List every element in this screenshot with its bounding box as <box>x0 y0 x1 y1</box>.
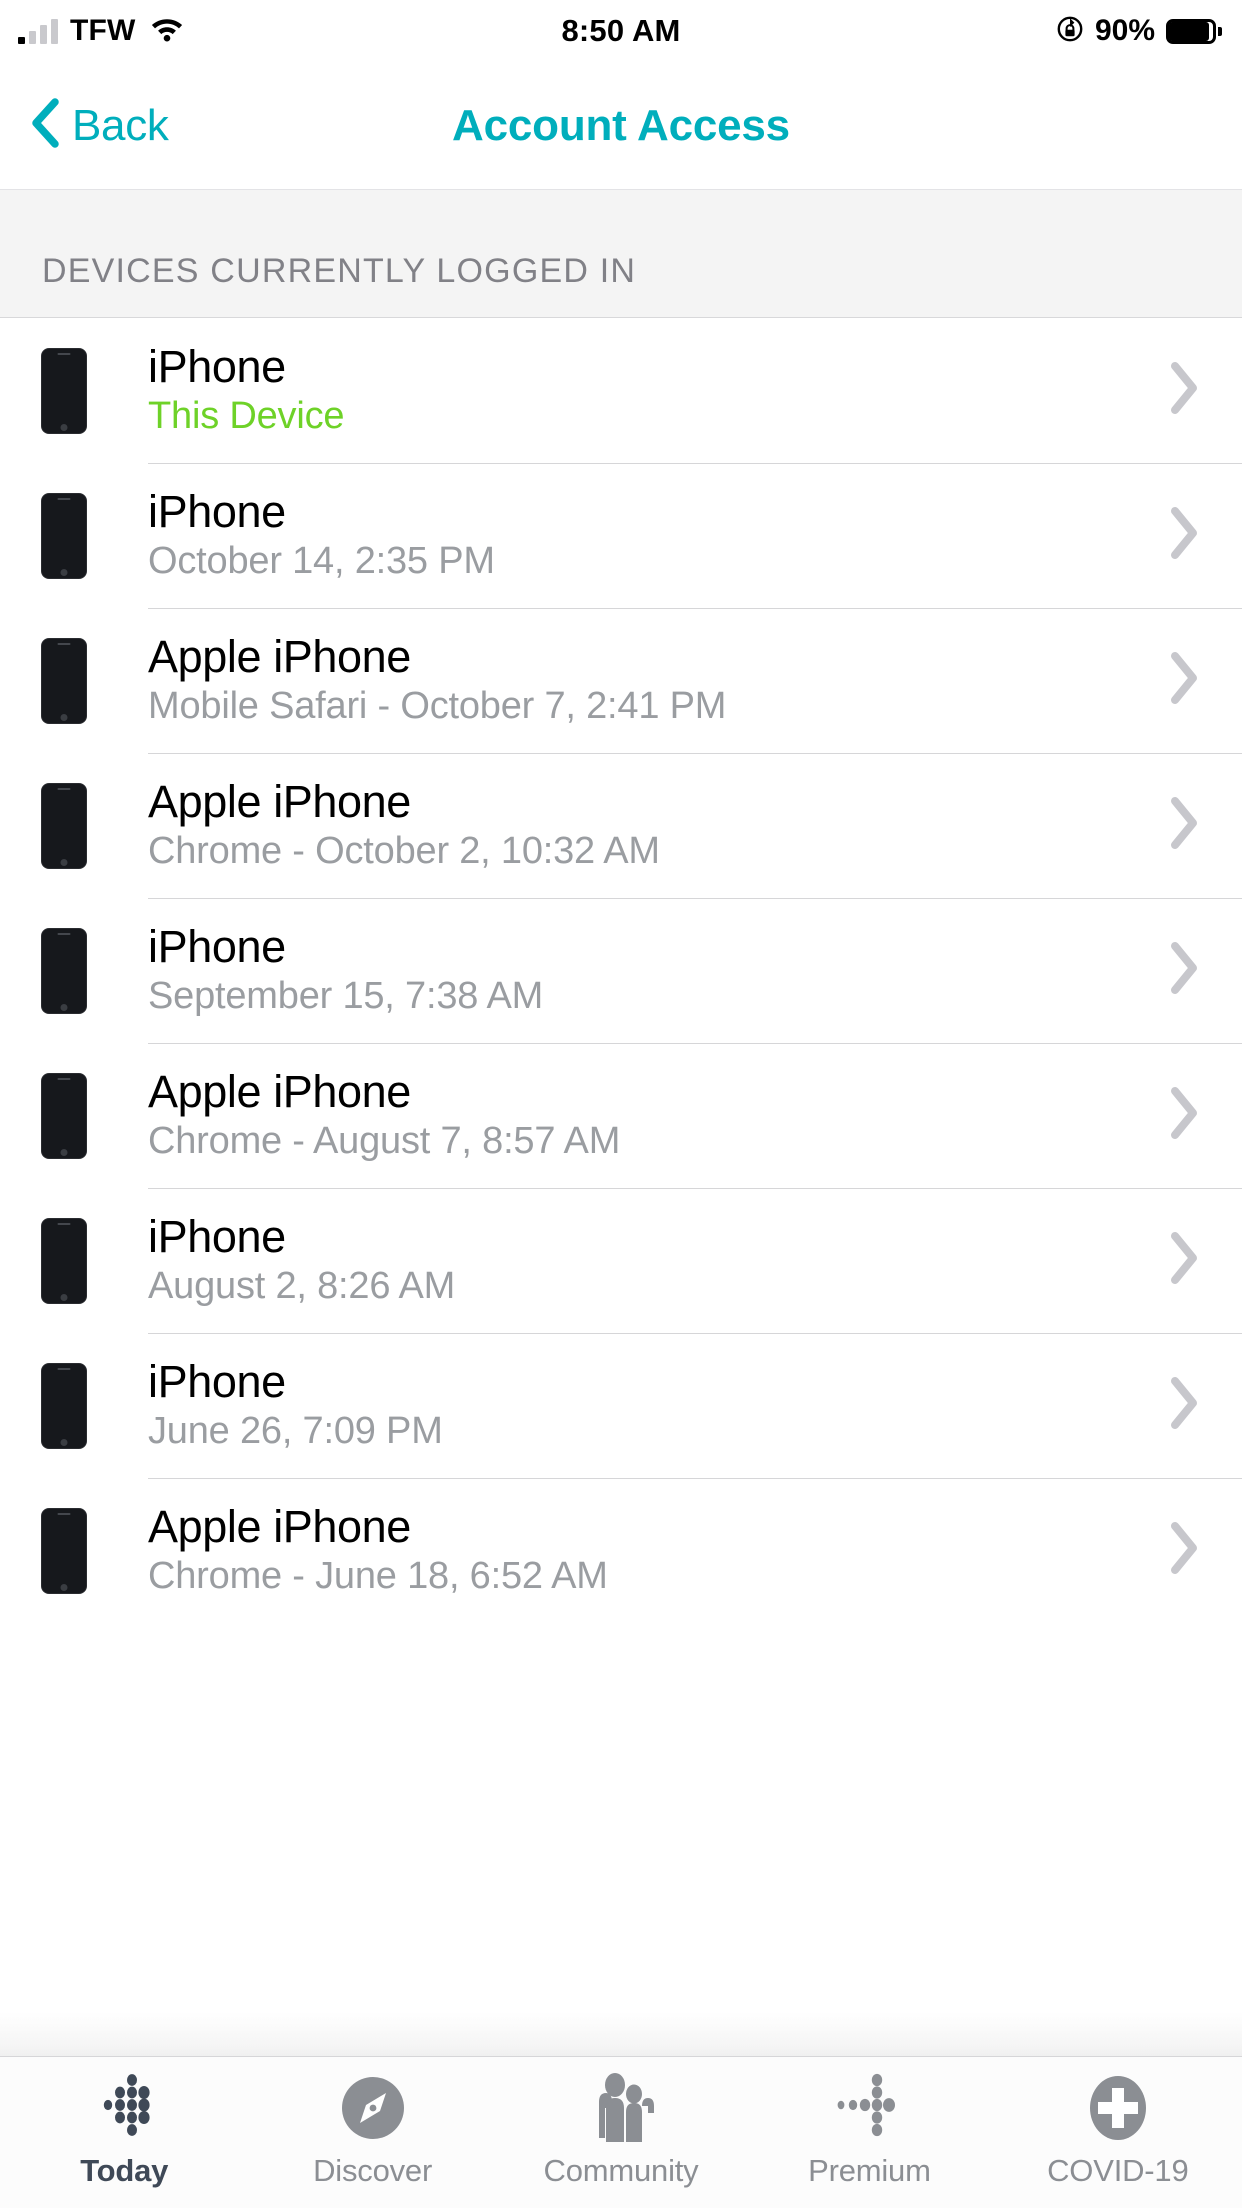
iphone-device-icon <box>42 784 86 868</box>
device-detail: Chrome - October 2, 10:32 AM <box>148 831 1150 873</box>
wifi-icon <box>150 16 184 47</box>
premium-dots-icon <box>833 2071 905 2145</box>
device-detail: Mobile Safari - October 7, 2:41 PM <box>148 686 1150 728</box>
section-header-label: DEVICES CURRENTLY LOGGED IN <box>42 252 636 291</box>
battery-icon <box>1166 19 1216 44</box>
device-name: iPhone <box>148 343 1150 392</box>
device-row[interactable]: iPhoneJune 26, 7:09 PM <box>0 1333 1242 1478</box>
fitbit-dots-logo-icon <box>88 2071 160 2145</box>
row-separator <box>148 463 1242 464</box>
iphone-device-icon <box>42 1219 86 1303</box>
tab-discover[interactable]: Discover <box>248 2071 496 2189</box>
chevron-right-icon <box>1168 795 1202 856</box>
tab-label: Discover <box>313 2153 432 2189</box>
device-row[interactable]: Apple iPhoneChrome - June 18, 6:52 AM <box>0 1478 1242 1623</box>
chevron-left-icon <box>30 98 60 153</box>
device-row-text: Apple iPhoneChrome - August 7, 8:57 AM <box>148 1068 1150 1162</box>
carrier-label: TFW <box>70 14 136 48</box>
iphone-device-icon <box>42 1509 86 1593</box>
compass-icon <box>338 2071 408 2145</box>
tab-label: Community <box>544 2153 699 2189</box>
row-separator <box>148 753 1242 754</box>
page-title: Account Access <box>0 101 1242 151</box>
device-name: Apple iPhone <box>148 1503 1150 1552</box>
tab-label: Premium <box>808 2153 931 2189</box>
navigation-bar: Back Account Access <box>0 62 1242 190</box>
chevron-right-icon <box>1168 1520 1202 1581</box>
back-button[interactable]: Back <box>0 98 169 153</box>
device-name: Apple iPhone <box>148 778 1150 827</box>
chevron-right-icon <box>1168 650 1202 711</box>
device-detail: June 26, 7:09 PM <box>148 1411 1150 1453</box>
device-detail: August 2, 8:26 AM <box>148 1266 1150 1308</box>
device-detail: Chrome - August 7, 8:57 AM <box>148 1121 1150 1163</box>
chevron-right-icon <box>1168 1230 1202 1291</box>
cellular-signal-icon <box>18 18 58 44</box>
list-bottom-fade <box>0 2012 1242 2056</box>
row-separator <box>148 1188 1242 1189</box>
status-bar: TFW 8:50 AM 90% <box>0 0 1242 62</box>
chevron-right-icon <box>1168 1085 1202 1146</box>
device-row[interactable]: iPhoneAugust 2, 8:26 AM <box>0 1188 1242 1333</box>
chevron-right-icon <box>1168 360 1202 421</box>
app-screen: TFW 8:50 AM 90% <box>0 0 1242 2208</box>
back-button-label: Back <box>72 101 169 151</box>
device-list[interactable]: iPhoneThis DeviceiPhoneOctober 14, 2:35 … <box>0 318 1242 2056</box>
people-group-icon <box>584 2071 658 2145</box>
iphone-device-icon <box>42 1074 86 1158</box>
device-name: iPhone <box>148 923 1150 972</box>
device-name: Apple iPhone <box>148 1068 1150 1117</box>
device-row-text: iPhoneThis Device <box>148 343 1150 437</box>
row-separator <box>148 1478 1242 1479</box>
tab-community[interactable]: Community <box>497 2071 745 2189</box>
iphone-device-icon <box>42 639 86 723</box>
iphone-device-icon <box>42 929 86 1013</box>
row-separator <box>148 1333 1242 1334</box>
status-bar-left: TFW <box>18 14 184 48</box>
device-name: iPhone <box>148 488 1150 537</box>
tab-label: Today <box>80 2153 168 2189</box>
row-separator <box>148 1043 1242 1044</box>
device-detail: Chrome - June 18, 6:52 AM <box>148 1556 1150 1598</box>
tab-covid-19[interactable]: COVID-19 <box>994 2071 1242 2189</box>
device-name: iPhone <box>148 1358 1150 1407</box>
tab-bar: Today Discover Community Premium COVID-19 <box>0 2056 1242 2208</box>
chevron-right-icon <box>1168 940 1202 1001</box>
device-row-text: Apple iPhoneMobile Safari - October 7, 2… <box>148 633 1150 727</box>
iphone-device-icon <box>42 494 86 578</box>
device-row[interactable]: iPhoneSeptember 15, 7:38 AM <box>0 898 1242 1043</box>
device-row[interactable]: Apple iPhoneMobile Safari - October 7, 2… <box>0 608 1242 753</box>
device-row-text: iPhoneSeptember 15, 7:38 AM <box>148 923 1150 1017</box>
rotation-lock-icon <box>1056 15 1084 48</box>
chevron-right-icon <box>1168 505 1202 566</box>
device-name: iPhone <box>148 1213 1150 1262</box>
device-row-text: iPhoneAugust 2, 8:26 AM <box>148 1213 1150 1307</box>
chevron-right-icon <box>1168 1375 1202 1436</box>
device-name: Apple iPhone <box>148 633 1150 682</box>
status-bar-clock: 8:50 AM <box>561 13 680 49</box>
device-row-text: Apple iPhoneChrome - October 2, 10:32 AM <box>148 778 1150 872</box>
battery-percent-label: 90% <box>1095 14 1155 48</box>
device-detail: October 14, 2:35 PM <box>148 541 1150 583</box>
tab-today[interactable]: Today <box>0 2071 248 2189</box>
section-header: DEVICES CURRENTLY LOGGED IN <box>0 190 1242 318</box>
device-detail: September 15, 7:38 AM <box>148 976 1150 1018</box>
device-detail: This Device <box>148 396 1150 438</box>
device-row-text: iPhoneOctober 14, 2:35 PM <box>148 488 1150 582</box>
tab-premium[interactable]: Premium <box>745 2071 993 2189</box>
device-row[interactable]: iPhoneThis Device <box>0 318 1242 463</box>
device-row[interactable]: Apple iPhoneChrome - August 7, 8:57 AM <box>0 1043 1242 1188</box>
device-row[interactable]: Apple iPhoneChrome - October 2, 10:32 AM <box>0 753 1242 898</box>
row-separator <box>148 608 1242 609</box>
iphone-device-icon <box>42 1364 86 1448</box>
tab-label: COVID-19 <box>1047 2153 1188 2189</box>
medical-plus-icon <box>1082 2071 1154 2145</box>
row-separator <box>148 898 1242 899</box>
device-row-text: Apple iPhoneChrome - June 18, 6:52 AM <box>148 1503 1150 1597</box>
iphone-device-icon <box>42 349 86 433</box>
status-bar-right: 90% <box>1056 14 1216 48</box>
device-row-text: iPhoneJune 26, 7:09 PM <box>148 1358 1150 1452</box>
device-row[interactable]: iPhoneOctober 14, 2:35 PM <box>0 463 1242 608</box>
